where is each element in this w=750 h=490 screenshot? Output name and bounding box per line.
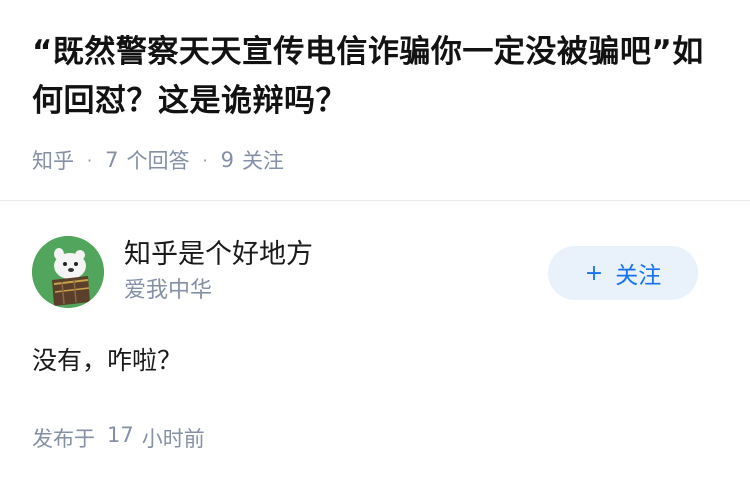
answer-count: 7 — [105, 148, 119, 172]
plus-icon: + — [584, 260, 604, 286]
publish-time-prefix: 发布于 — [32, 427, 95, 451]
follower-count: 9 — [220, 148, 234, 172]
follow-button[interactable]: + 关注 — [548, 246, 698, 300]
question-header: “既然警察天天宣传电信诈骗你一定没被骗吧”如何回怼？这是诡辩吗？ 知乎 · 7 … — [0, 0, 750, 200]
site-name[interactable]: 知乎 — [32, 145, 74, 175]
publish-time: 发布于 17 小时前 — [32, 423, 205, 453]
follower-count-label[interactable]: 关注 — [242, 145, 284, 175]
avatar[interactable] — [32, 236, 104, 308]
separator-dot: · — [202, 150, 208, 170]
separator-dot: · — [87, 150, 93, 170]
publish-time-value: 17 — [107, 423, 134, 447]
avatar-image — [32, 236, 104, 308]
answer-count-label[interactable]: 个回答 — [126, 145, 189, 175]
publish-time-suffix: 小时前 — [141, 427, 205, 451]
author-info: 知乎是个好地方 爱我中华 — [124, 237, 313, 307]
follow-button-label: 关注 — [615, 263, 662, 289]
author-bio: 爱我中华 — [124, 278, 213, 303]
answer-content[interactable]: 没有，咋啦？ — [32, 341, 182, 381]
author-name[interactable]: 知乎是个好地方 — [124, 237, 313, 273]
answer-card: 知乎是个好地方 爱我中华 + 关注 没有，咋啦？ 发布于 17 小时前 — [0, 201, 750, 490]
question-meta: 知乎 · 7 个回答 · 9 关注 — [32, 145, 284, 175]
author-row: 知乎是个好地方 爱我中华 — [32, 236, 313, 308]
question-title[interactable]: “既然警察天天宣传电信诈骗你一定没被骗吧”如何回怼？这是诡辩吗？ — [32, 28, 722, 126]
